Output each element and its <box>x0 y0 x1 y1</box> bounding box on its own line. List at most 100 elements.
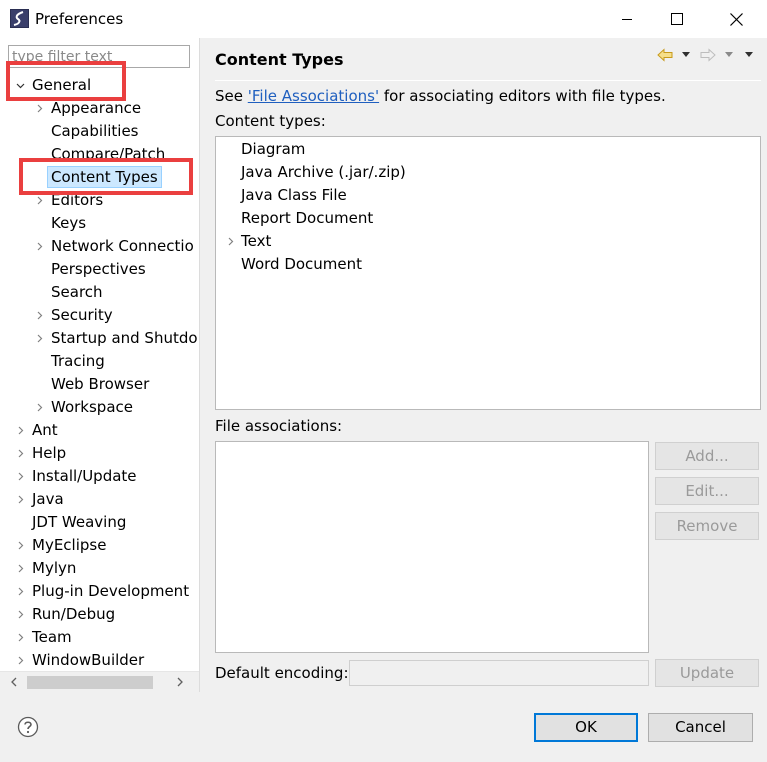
expand-chevron-right-icon[interactable] <box>16 472 25 481</box>
tree-item-label: Perspectives <box>51 260 146 278</box>
tree-item-compare-patch[interactable]: Compare/Patch <box>0 143 199 166</box>
tree-item-label: Run/Debug <box>32 605 116 623</box>
maximize-icon <box>671 13 683 25</box>
expand-chevron-right-icon[interactable] <box>35 196 44 205</box>
minimize-icon <box>622 19 632 20</box>
tree-item-appearance[interactable]: Appearance <box>0 97 199 120</box>
tree-item-windowbuilder[interactable]: WindowBuilder <box>0 649 199 672</box>
tree-item-label: Capabilities <box>51 122 139 140</box>
edit-button[interactable]: Edit... <box>655 477 759 505</box>
tree-item-tracing[interactable]: Tracing <box>0 350 199 373</box>
file-associations-list[interactable] <box>215 441 649 653</box>
tree-item-label: Content Types <box>47 166 162 188</box>
tree-item-capabilities[interactable]: Capabilities <box>0 120 199 143</box>
content-type-java-class-file[interactable]: Java Class File <box>241 184 347 207</box>
expand-chevron-right-icon[interactable] <box>226 237 235 246</box>
expand-chevron-right-icon[interactable] <box>35 334 44 343</box>
tree-item-label: Search <box>51 283 103 301</box>
content-type-diagram[interactable]: Diagram <box>241 138 305 161</box>
expand-chevron-right-icon[interactable] <box>16 541 25 550</box>
tree-item-team[interactable]: Team <box>0 626 199 649</box>
expand-chevron-right-icon[interactable] <box>35 403 44 412</box>
expand-chevron-right-icon[interactable] <box>16 426 25 435</box>
expand-chevron-right-icon[interactable] <box>16 610 25 619</box>
update-button[interactable]: Update <box>655 659 759 687</box>
tree-item-network-connectio[interactable]: Network Connectio <box>0 235 199 258</box>
expand-chevron-right-icon[interactable] <box>16 587 25 596</box>
file-associations-label: File associations: <box>215 417 343 435</box>
tree-item-general[interactable]: General <box>0 74 199 97</box>
tree-item-perspectives[interactable]: Perspectives <box>0 258 199 281</box>
minimize-button[interactable] <box>604 0 650 38</box>
tree-item-workspace[interactable]: Workspace <box>0 396 199 419</box>
tree-item-label: Workspace <box>51 398 133 416</box>
expand-chevron-right-icon[interactable] <box>16 564 25 573</box>
tree-item-startup-and-shutdo[interactable]: Startup and Shutdo <box>0 327 199 350</box>
tree-item-mylyn[interactable]: Mylyn <box>0 557 199 580</box>
filter-input[interactable]: type filter text <box>8 45 190 68</box>
content-types-tree[interactable]: Diagram Java Archive (.jar/.zip) Java Clas… <box>215 136 761 410</box>
view-menu-chevron-icon[interactable] <box>744 51 754 59</box>
tree-item-label: Plug-in Development <box>32 582 190 600</box>
scroll-left-arrow-icon[interactable] <box>8 676 20 688</box>
remove-button[interactable]: Remove <box>655 512 759 540</box>
tree-item-run-debug[interactable]: Run/Debug <box>0 603 199 626</box>
tree-item-label: Compare/Patch <box>51 145 166 163</box>
expand-chevron-right-icon[interactable] <box>35 104 44 113</box>
expand-chevron-right-icon[interactable] <box>35 311 44 320</box>
default-encoding-field[interactable] <box>349 660 649 686</box>
file-associations-link[interactable]: 'File Associations' <box>248 87 379 105</box>
tree-item-label: Keys <box>51 214 87 232</box>
forward-arrow-icon[interactable] <box>700 48 716 62</box>
forward-menu-chevron-icon[interactable] <box>724 51 734 59</box>
scroll-right-arrow-icon[interactable] <box>174 676 186 688</box>
tree-item-editors[interactable]: Editors <box>0 189 199 212</box>
expand-chevron-right-icon[interactable] <box>16 495 25 504</box>
tree-item-web-browser[interactable]: Web Browser <box>0 373 199 396</box>
expand-chevron-down-icon[interactable] <box>16 81 25 90</box>
expand-chevron-right-icon[interactable] <box>16 656 25 665</box>
tree-item-ant[interactable]: Ant <box>0 419 199 442</box>
cancel-button[interactable]: Cancel <box>648 713 753 742</box>
content-type-word-document[interactable]: Word Document <box>241 253 362 276</box>
help-question-icon[interactable] <box>17 716 39 738</box>
page-title: Content Types <box>215 50 344 69</box>
tree-item-keys[interactable]: Keys <box>0 212 199 235</box>
tree-item-label: Security <box>51 306 113 324</box>
content-type-report-document[interactable]: Report Document <box>241 207 373 230</box>
tree-item-install-update[interactable]: Install/Update <box>0 465 199 488</box>
tree-item-label: Team <box>32 628 72 646</box>
title-bar: Preferences <box>0 0 767 38</box>
back-menu-chevron-icon[interactable] <box>681 51 691 59</box>
content-types-page: Content Types See 'File Associations' fo… <box>201 38 767 692</box>
default-encoding-label: Default encoding: <box>215 664 349 682</box>
tree-item-security[interactable]: Security <box>0 304 199 327</box>
tree-item-label: Mylyn <box>32 559 77 577</box>
tree-horizontal-scrollbar[interactable] <box>0 671 199 692</box>
tree-item-java[interactable]: Java <box>0 488 199 511</box>
expand-chevron-right-icon[interactable] <box>16 633 25 642</box>
tree-item-content-types[interactable]: Content Types <box>0 166 199 189</box>
content-type-text[interactable]: Text <box>241 230 271 253</box>
tree-item-label: Java <box>32 490 64 508</box>
tree-item-label: WindowBuilder <box>32 651 145 669</box>
tree-item-label: Appearance <box>51 99 142 117</box>
scrollbar-thumb[interactable] <box>27 676 153 689</box>
tree-item-help[interactable]: Help <box>0 442 199 465</box>
title-separator <box>215 80 761 81</box>
back-arrow-icon[interactable] <box>657 48 673 62</box>
ok-button[interactable]: OK <box>534 713 638 742</box>
expand-chevron-right-icon[interactable] <box>16 449 25 458</box>
add-button[interactable]: Add... <box>655 442 759 470</box>
tree-item-myeclipse[interactable]: MyEclipse <box>0 534 199 557</box>
tree-item-jdt-weaving[interactable]: JDT Weaving <box>0 511 199 534</box>
close-button[interactable] <box>713 0 759 38</box>
content-type-java-archive-jar-zip[interactable]: Java Archive (.jar/.zip) <box>241 161 406 184</box>
maximize-button[interactable] <box>654 0 700 38</box>
tree-item-plug-in-development[interactable]: Plug-in Development <box>0 580 199 603</box>
tree-item-label: Startup and Shutdo <box>51 329 198 347</box>
tree-item-search[interactable]: Search <box>0 281 199 304</box>
eclipse-app-icon <box>10 9 29 28</box>
tree-item-label: General <box>32 76 92 94</box>
expand-chevron-right-icon[interactable] <box>35 242 44 251</box>
